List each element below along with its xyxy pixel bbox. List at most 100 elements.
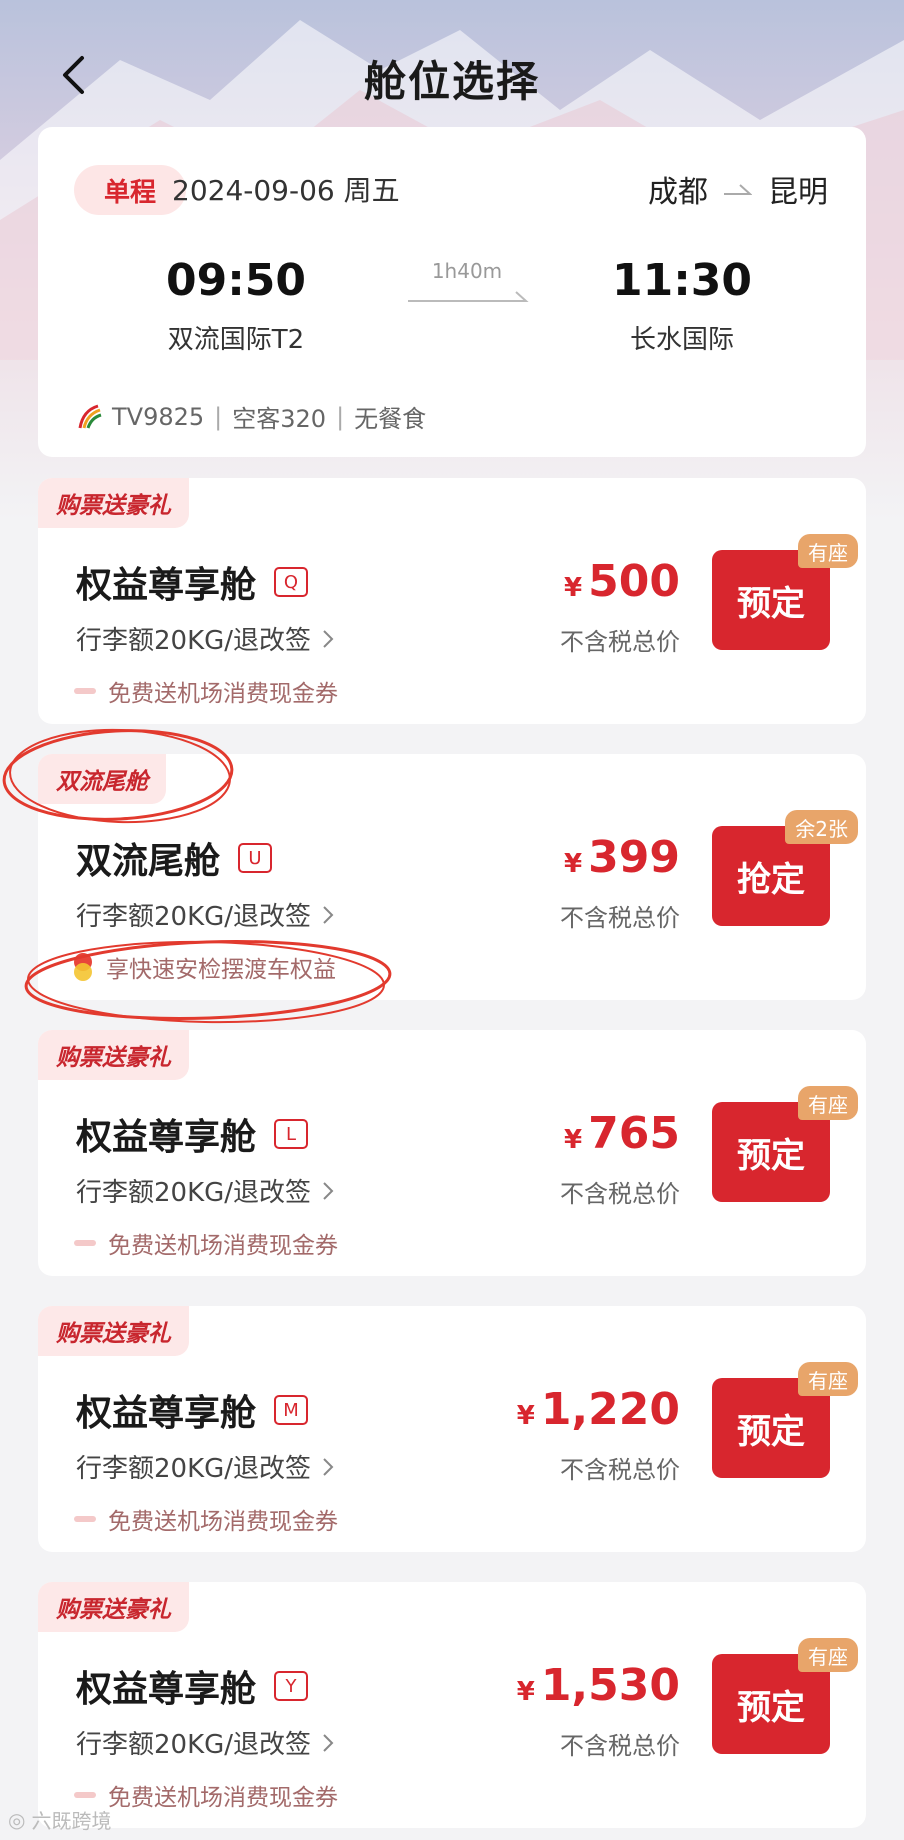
cabin-card: 购票送豪礼 权益尊享舱 Y 行李额20KG/退改签 免费送机场消费现金券 ¥ 1… xyxy=(38,1582,866,1828)
cabin-card: 购票送豪礼 权益尊享舱 L 行李额20KG/退改签 免费送机场消费现金券 ¥ 7… xyxy=(38,1030,866,1276)
booking-class-code: L xyxy=(274,1119,309,1149)
cabin-card: 购票送豪礼 权益尊享舱 Q 行李额20KG/退改签 免费送机场消费现金券 ¥ 5… xyxy=(38,478,866,724)
meal-info: 无餐食 xyxy=(354,405,427,433)
benefit-label: 免费送机场消费现金券 xyxy=(108,681,338,707)
arrival-time: 11:30 xyxy=(611,255,753,306)
tax-note: 不含税总价 xyxy=(560,628,680,656)
benefit-label: 享快速安检摆渡车权益 xyxy=(106,957,336,983)
tax-note: 不含税总价 xyxy=(560,1732,680,1760)
currency-symbol: ¥ xyxy=(564,573,583,603)
promo-tag: 购票送豪礼 xyxy=(38,1306,189,1356)
seat-availability-badge: 余2张 xyxy=(785,810,858,844)
benefit-label: 免费送机场消费现金券 xyxy=(108,1785,338,1811)
price-amount: 1,530 xyxy=(540,1660,680,1711)
price: ¥ 500 xyxy=(564,556,680,607)
cabin-name: 权益尊享舱 Q xyxy=(76,556,309,608)
benefit-line: 免费送机场消费现金券 xyxy=(74,1778,338,1812)
tax-note: 不含税总价 xyxy=(560,1456,680,1484)
cabin-name-label: 双流尾舱 xyxy=(76,841,221,882)
promo-tag: 购票送豪礼 xyxy=(38,478,189,528)
benefit-label: 免费送机场消费现金券 xyxy=(108,1233,338,1259)
cabin-name-label: 权益尊享舱 xyxy=(76,1117,257,1158)
dash-icon xyxy=(74,688,96,694)
price-amount: 500 xyxy=(588,556,680,607)
route: 成都 昆明 xyxy=(648,167,828,211)
baggage-label: 行李额20KG/退改签 xyxy=(76,626,312,656)
chevron-right-icon xyxy=(323,629,334,648)
flight-info: TV9825 | 空客320 | 无餐食 xyxy=(76,399,426,434)
tax-note: 不含税总价 xyxy=(560,1180,680,1208)
chevron-right-icon xyxy=(323,1457,334,1476)
cabin-name-label: 权益尊享舱 xyxy=(76,1669,257,1710)
seat-availability-badge: 有座 xyxy=(798,1086,858,1120)
booking-class-code: M xyxy=(274,1395,309,1425)
departure-time: 09:50 xyxy=(165,255,307,306)
arrival-airport: 长水国际 xyxy=(629,325,734,355)
benefit-line: 免费送机场消费现金券 xyxy=(74,1502,338,1536)
booking-class-code: Q xyxy=(274,567,309,597)
dash-icon xyxy=(74,1516,96,1522)
baggage-rules-link[interactable]: 行李额20KG/退改签 xyxy=(76,1448,335,1485)
page-title: 舱位选择 xyxy=(363,57,540,106)
price-amount: 399 xyxy=(588,832,680,883)
currency-symbol: ¥ xyxy=(516,1401,535,1431)
promo-tag: 购票送豪礼 xyxy=(38,1582,189,1632)
benefit-dot-icon xyxy=(72,952,94,982)
currency-symbol: ¥ xyxy=(564,1125,583,1155)
watermark-text: 六既跨境 xyxy=(31,1809,112,1833)
promo-tag: 双流尾舱 xyxy=(38,754,166,804)
baggage-rules-link[interactable]: 行李额20KG/退改签 xyxy=(76,620,335,657)
divider: | xyxy=(336,402,345,431)
benefit-line: 免费送机场消费现金券 xyxy=(74,1226,338,1260)
cabin-name: 权益尊享舱 L xyxy=(76,1108,309,1160)
dash-icon xyxy=(74,1240,96,1246)
baggage-rules-link[interactable]: 行李额20KG/退改签 xyxy=(76,896,335,933)
watermark: ◎ 六既跨境 xyxy=(8,1805,111,1834)
destination-city: 昆明 xyxy=(768,175,828,210)
price: ¥ 399 xyxy=(564,832,680,883)
baggage-label: 行李额20KG/退改签 xyxy=(76,1454,312,1484)
aircraft-type: 空客320 xyxy=(232,405,327,433)
cabin-name: 权益尊享舱 M xyxy=(76,1384,309,1436)
cabin-card: 购票送豪礼 权益尊享舱 M 行李额20KG/退改签 免费送机场消费现金券 ¥ 1… xyxy=(38,1306,866,1552)
currency-symbol: ¥ xyxy=(564,849,583,879)
seat-availability-badge: 有座 xyxy=(798,1362,858,1396)
cabin-name-label: 权益尊享舱 xyxy=(76,1393,257,1434)
departure-airport: 双流国际T2 xyxy=(167,325,305,355)
flight-date: 2024-09-06 周五 xyxy=(172,174,400,207)
cabin-name-label: 权益尊享舱 xyxy=(76,565,257,606)
benefit-label: 免费送机场消费现金券 xyxy=(108,1509,338,1535)
origin-city: 成都 xyxy=(648,175,708,210)
baggage-label: 行李额20KG/退改签 xyxy=(76,1730,312,1760)
chevron-right-icon xyxy=(323,905,334,924)
benefit-line: 享快速安检摆渡车权益 xyxy=(72,950,336,984)
baggage-rules-link[interactable]: 行李额20KG/退改签 xyxy=(76,1172,335,1209)
baggage-rules-link[interactable]: 行李额20KG/退改签 xyxy=(76,1724,335,1761)
seat-availability-badge: 有座 xyxy=(798,1638,858,1672)
chevron-right-icon xyxy=(323,1181,334,1200)
flight-number: TV9825 xyxy=(112,402,205,431)
duration-arrow-icon xyxy=(408,291,529,302)
baggage-label: 行李额20KG/退改签 xyxy=(76,1178,312,1208)
route-arrow-icon xyxy=(724,184,752,195)
top-bar: 舱位选择 xyxy=(0,30,904,120)
promo-tag: 购票送豪礼 xyxy=(38,1030,189,1080)
cabin-name: 权益尊享舱 Y xyxy=(76,1660,309,1712)
seat-availability-badge: 有座 xyxy=(798,534,858,568)
price: ¥ 1,530 xyxy=(517,1660,680,1711)
airline-logo-icon xyxy=(78,404,102,429)
flight-duration: 1h40m xyxy=(431,259,503,283)
flight-summary-card: 单程 2024-09-06 周五 成都 昆明 09:50 双流国际T2 1h40… xyxy=(38,127,866,457)
price: ¥ 765 xyxy=(564,1108,680,1159)
price-amount: 765 xyxy=(588,1108,680,1159)
benefit-line: 免费送机场消费现金券 xyxy=(74,674,338,708)
booking-class-code: Y xyxy=(274,1671,309,1701)
chevron-right-icon xyxy=(323,1733,334,1752)
divider: | xyxy=(214,402,223,431)
dash-icon xyxy=(74,1792,96,1798)
cabin-name: 双流尾舱 U xyxy=(76,832,273,884)
tax-note: 不含税总价 xyxy=(560,904,680,932)
booking-class-code: U xyxy=(238,843,273,873)
watermark-logo-icon: ◎ xyxy=(8,1807,26,1832)
trip-type-badge: 单程 xyxy=(74,165,186,215)
